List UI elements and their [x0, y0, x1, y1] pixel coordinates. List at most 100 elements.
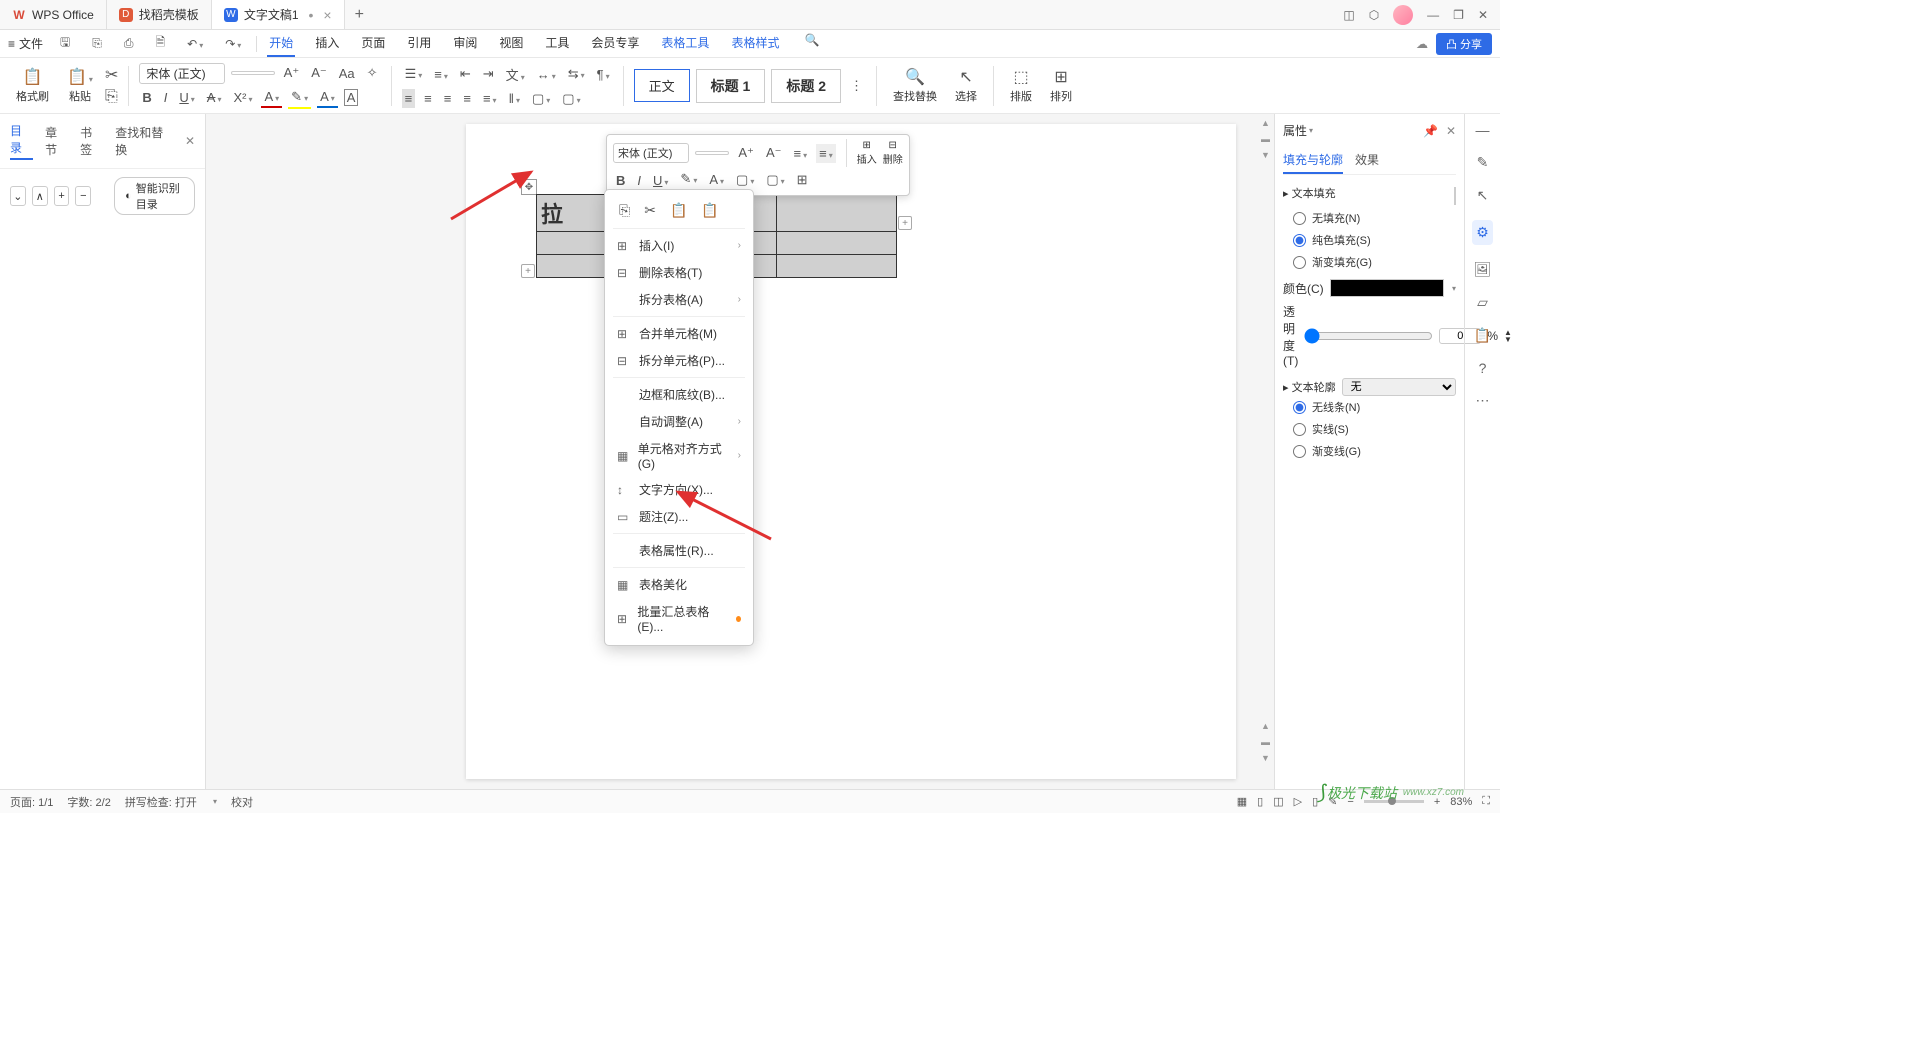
ft-bold-icon[interactable]: B — [613, 171, 628, 190]
strip-properties-icon[interactable]: ⚙ — [1472, 220, 1493, 245]
bullets-icon[interactable]: ☰▾ — [402, 64, 426, 84]
undo-icon[interactable]: ↶▾ — [182, 34, 208, 54]
lp-close-button[interactable]: ✕ — [185, 134, 195, 148]
rp-line-grad[interactable]: 渐变线(G) — [1283, 440, 1456, 462]
ft-insert-button[interactable]: ⊞插入 — [857, 140, 877, 166]
ctx-table-properties[interactable]: 表格属性(R)... — [605, 537, 753, 564]
line-spacing-icon[interactable]: ‖▾ — [506, 89, 523, 108]
lp-tab-chapter[interactable]: 章节 — [45, 124, 68, 158]
print-icon[interactable]: ⎙ — [119, 33, 139, 54]
ft-underline-icon[interactable]: U▾ — [650, 171, 671, 190]
ft-border-icon[interactable]: ▢▾ — [763, 170, 787, 190]
ft-font-select[interactable]: 宋体 (正文) — [613, 143, 689, 163]
scroll-up2-icon[interactable]: ▲ — [1261, 721, 1270, 731]
bold-icon[interactable]: B — [139, 88, 154, 107]
menu-member[interactable]: 会员专享 — [589, 30, 641, 57]
lp-tab-bookmark[interactable]: 书签 — [80, 124, 103, 158]
rp-line-solid[interactable]: 实线(S) — [1283, 418, 1456, 440]
rp-line-none[interactable]: 无线条(N) — [1283, 396, 1456, 418]
ctx-paste-special-icon[interactable]: 📋 — [701, 202, 718, 219]
phonetic-icon[interactable]: 文▾ — [503, 63, 528, 86]
lp-remove-button[interactable]: − — [75, 186, 91, 206]
table-move-handle[interactable]: ✥ — [521, 179, 537, 195]
font-color-icon[interactable]: A▾ — [261, 87, 282, 108]
menu-ref[interactable]: 引用 — [405, 30, 433, 57]
paste-icon[interactable]: 📋▾ — [67, 67, 93, 87]
lp-collapse-button[interactable]: ⌄ — [10, 186, 26, 206]
menu-table-tools[interactable]: 表格工具 — [659, 30, 711, 57]
rp-fill-grad[interactable]: 渐变填充(G) — [1283, 251, 1456, 273]
tab-add-button[interactable]: + — [345, 6, 374, 24]
window-minimize-button[interactable]: — — [1427, 8, 1439, 22]
underline-icon[interactable]: U▾ — [176, 88, 197, 107]
outdent-icon[interactable]: ⇤ — [457, 64, 474, 84]
italic-icon[interactable]: I — [161, 88, 171, 107]
ctx-cell-align[interactable]: ▦单元格对齐方式(G)› — [605, 435, 753, 476]
tab-close-button[interactable]: × — [323, 7, 331, 23]
lp-up-button[interactable]: ∧ — [32, 186, 48, 206]
menu-tools[interactable]: 工具 — [543, 30, 571, 57]
ft-shrink-icon[interactable]: A⁻ — [763, 143, 785, 163]
menu-start[interactable]: 开始 — [267, 30, 295, 57]
rp-color-swatch[interactable] — [1330, 279, 1444, 297]
style-h2[interactable]: 标题 2 — [771, 69, 841, 103]
indent-icon[interactable]: ⇥ — [480, 64, 497, 84]
superscript-icon[interactable]: X²▾ — [230, 88, 255, 107]
align-right-icon[interactable]: ≡ — [441, 89, 455, 108]
menu-view[interactable]: 视图 — [497, 30, 525, 57]
shading-icon[interactable]: A▾ — [317, 87, 338, 108]
ft-fontcolor-icon[interactable]: A▾ — [706, 170, 727, 191]
rp-opacity-stepper[interactable]: ▲▼ — [1504, 329, 1512, 343]
window-close-button[interactable]: ✕ — [1478, 8, 1488, 22]
rp-opacity-slider[interactable] — [1304, 328, 1433, 344]
rp-pin-icon[interactable]: 📌 — [1423, 124, 1438, 138]
scroll-page-icon[interactable]: ▬ — [1261, 737, 1270, 747]
sort-icon[interactable]: ⊞ — [1054, 67, 1067, 87]
tab-template[interactable]: D 找稻壳模板 — [107, 0, 212, 29]
font-family-select[interactable]: 宋体 (正文) — [139, 63, 224, 84]
table-add-row-handle[interactable]: + — [521, 264, 535, 278]
view-page-icon[interactable]: ▯ — [1257, 795, 1263, 808]
menu-table-style[interactable]: 表格样式 — [729, 30, 781, 57]
ctx-insert[interactable]: ⊞插入(I)› — [605, 232, 753, 259]
cut-icon[interactable]: ✂ — [105, 65, 118, 85]
scroll-down-icon[interactable]: ▼ — [1261, 150, 1270, 160]
shrink-font-icon[interactable]: A⁻ — [308, 63, 330, 83]
ft-size-select[interactable] — [695, 151, 729, 155]
user-avatar[interactable] — [1393, 5, 1413, 25]
reader-mode-icon[interactable]: ◫ — [1343, 8, 1354, 22]
status-page[interactable]: 页面: 1/1 — [10, 794, 53, 810]
strip-edit-icon[interactable]: ✎ — [1477, 154, 1489, 171]
menu-insert[interactable]: 插入 — [313, 30, 341, 57]
ctx-autofit[interactable]: 自动调整(A)› — [605, 408, 753, 435]
ctx-paste-icon[interactable]: 📋 — [670, 202, 687, 219]
menu-hamburger[interactable]: ≡ 文件 — [8, 35, 43, 52]
strip-image-icon[interactable]: 🖼 — [1474, 261, 1492, 278]
rp-fill-solid[interactable]: 纯色填充(S) — [1283, 229, 1456, 251]
scroll-marker-icon[interactable]: ▬ — [1261, 134, 1270, 144]
font-size-select[interactable] — [231, 71, 275, 75]
ctx-caption[interactable]: ▭题注(Z)... — [605, 503, 753, 530]
ctx-text-direction[interactable]: ↕文字方向(X)... — [605, 476, 753, 503]
ctx-batch-summary[interactable]: ⊞批量汇总表格(E)... — [605, 598, 753, 639]
change-case-icon[interactable]: Aa — [336, 64, 358, 83]
arrange-icon[interactable]: ⬚ — [1013, 67, 1028, 87]
ctx-border-shading[interactable]: 边框和底纹(B)... — [605, 381, 753, 408]
format-painter-icon[interactable]: 📋 — [23, 67, 43, 87]
char-border-icon[interactable]: A — [344, 89, 359, 106]
ft-italic-icon[interactable]: I — [634, 171, 644, 190]
ft-merge-icon[interactable]: ⊞ — [794, 170, 811, 190]
view-web-icon[interactable]: ◫ — [1273, 795, 1283, 808]
print-preview-icon[interactable]: 🗎 — [150, 30, 170, 57]
ctx-split-table[interactable]: 拆分表格(A)› — [605, 286, 753, 313]
find-icon[interactable]: 🔍 — [905, 67, 925, 87]
numbering-icon[interactable]: ≡▾ — [431, 65, 451, 84]
redo-icon[interactable]: ↷▾ — [220, 34, 246, 54]
copy-icon[interactable]: ⎘ — [105, 88, 118, 106]
select-icon[interactable]: ↖ — [959, 67, 972, 87]
rp-outline-select[interactable]: 无 — [1342, 378, 1456, 396]
share-button[interactable]: 凸 分享 — [1436, 33, 1492, 55]
ctx-table-beautify[interactable]: ▦表格美化 — [605, 571, 753, 598]
align-center-icon[interactable]: ≡ — [421, 89, 435, 108]
style-normal[interactable]: 正文 — [634, 69, 690, 102]
